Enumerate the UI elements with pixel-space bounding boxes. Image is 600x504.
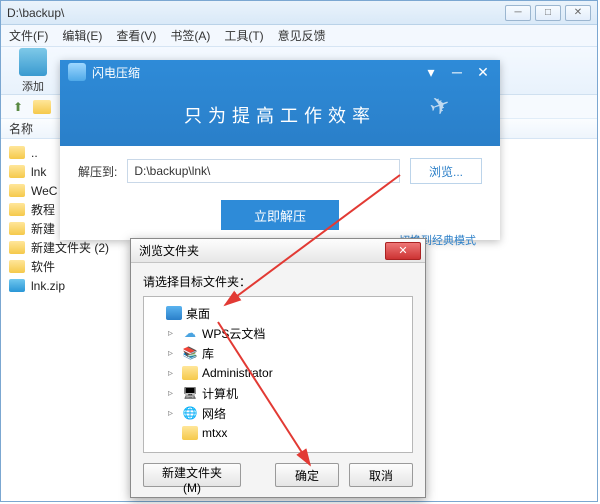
tree-item-admin[interactable]: ▹ Administrator xyxy=(148,363,408,383)
desktop-icon xyxy=(166,306,182,320)
folder-icon xyxy=(9,184,25,197)
extract-path-input[interactable] xyxy=(127,159,400,183)
tree-item-computer[interactable]: ▹ 计算机 xyxy=(148,383,408,403)
dialog-buttons: 新建文件夹(M) 确定 取消 xyxy=(131,453,425,497)
folder-icon xyxy=(9,203,25,216)
tree-label: WPS云文档 xyxy=(202,325,265,342)
add-label: 添加 xyxy=(22,78,44,94)
tree-item-network[interactable]: ▹ 网络 xyxy=(148,403,408,423)
column-name[interactable]: 名称 xyxy=(9,120,33,137)
dialog-instruction: 请选择目标文件夹： xyxy=(131,263,425,296)
window-buttons: ─ □ ✕ xyxy=(505,5,591,21)
extract-button[interactable]: 立即解压 xyxy=(221,200,339,230)
add-icon xyxy=(19,48,47,76)
app-header: 闪电压缩 ▾ ─ ✕ 只为提高工作效率 ✈ xyxy=(60,60,500,146)
new-folder-button[interactable]: 新建文件夹(M) xyxy=(143,463,241,487)
folder-icon xyxy=(9,241,25,254)
browse-button[interactable]: 浏览... xyxy=(410,158,482,184)
close-button[interactable]: ✕ xyxy=(474,64,492,81)
explorer-titlebar: D:\backup\ ─ □ ✕ xyxy=(1,1,597,25)
cancel-button[interactable]: 取消 xyxy=(349,463,413,487)
rocket-icon: ✈ xyxy=(426,86,464,124)
add-button[interactable]: 添加 xyxy=(11,46,55,96)
menu-file[interactable]: 文件(F) xyxy=(9,27,48,44)
close-button[interactable]: ✕ xyxy=(565,5,591,21)
tree-label: 桌面 xyxy=(186,305,210,322)
folder-tree: 桌面 ▹ WPS云文档 ▹ 库 ▹ Administrator ▹ 计算机 ▹ … xyxy=(143,296,413,453)
tree-label: mtxx xyxy=(202,426,227,440)
menubar: 文件(F) 编辑(E) 查看(V) 书签(A) 工具(T) 意见反馈 xyxy=(1,25,597,47)
tree-label: 计算机 xyxy=(202,385,238,402)
slogan-text: 只为提高工作效率 xyxy=(184,102,376,128)
folder-icon xyxy=(9,146,25,159)
ok-button[interactable]: 确定 xyxy=(275,463,339,487)
app-title: 闪电压缩 xyxy=(92,64,422,81)
extract-to-label: 解压到: xyxy=(78,163,117,180)
folder-icon xyxy=(9,165,25,178)
folder-icon xyxy=(33,100,51,114)
explorer-path: D:\backup\ xyxy=(7,6,505,20)
menu-tools[interactable]: 工具(T) xyxy=(224,27,263,44)
nav-up-icon[interactable]: ⬆ xyxy=(9,98,27,116)
menu-view[interactable]: 查看(V) xyxy=(116,27,156,44)
minimize-button[interactable]: ─ xyxy=(505,5,531,21)
tree-label: 网络 xyxy=(202,405,226,422)
computer-icon xyxy=(182,386,198,400)
app-titlebar: 闪电压缩 ▾ ─ ✕ xyxy=(60,60,500,84)
dialog-titlebar: 浏览文件夹 ✕ xyxy=(131,239,425,263)
folder-icon xyxy=(9,260,25,273)
tree-item-mtxx[interactable]: mtxx xyxy=(148,423,408,443)
folder-icon xyxy=(182,426,198,440)
network-icon xyxy=(182,406,198,420)
dropdown-icon[interactable]: ▾ xyxy=(422,64,440,81)
menu-edit[interactable]: 编辑(E) xyxy=(62,27,102,44)
tree-item-desktop[interactable]: 桌面 xyxy=(148,303,408,323)
compression-app: 闪电压缩 ▾ ─ ✕ 只为提高工作效率 ✈ 解压到: 浏览... 立即解压 切换… xyxy=(60,60,500,240)
menu-bookmarks[interactable]: 书签(A) xyxy=(170,27,210,44)
cloud-icon xyxy=(182,326,198,340)
folder-icon xyxy=(9,222,25,235)
app-slogan: 只为提高工作效率 ✈ xyxy=(60,84,500,146)
dialog-close-button[interactable]: ✕ xyxy=(385,242,421,260)
app-window-buttons: ▾ ─ ✕ xyxy=(422,64,492,81)
library-icon xyxy=(182,346,198,360)
tree-label: 库 xyxy=(202,345,214,362)
extract-path-row: 解压到: 浏览... xyxy=(78,158,482,184)
user-icon xyxy=(182,366,198,380)
minimize-button[interactable]: ─ xyxy=(448,64,466,81)
menu-feedback[interactable]: 意见反馈 xyxy=(278,27,326,44)
dialog-title: 浏览文件夹 xyxy=(139,242,385,259)
maximize-button[interactable]: □ xyxy=(535,5,561,21)
browse-folder-dialog: 浏览文件夹 ✕ 请选择目标文件夹： 桌面 ▹ WPS云文档 ▹ 库 ▹ Admi… xyxy=(130,238,426,498)
tree-label: Administrator xyxy=(202,366,273,380)
tree-item-wps[interactable]: ▹ WPS云文档 xyxy=(148,323,408,343)
tree-item-library[interactable]: ▹ 库 xyxy=(148,343,408,363)
app-icon xyxy=(68,63,86,81)
zip-icon xyxy=(9,279,25,292)
